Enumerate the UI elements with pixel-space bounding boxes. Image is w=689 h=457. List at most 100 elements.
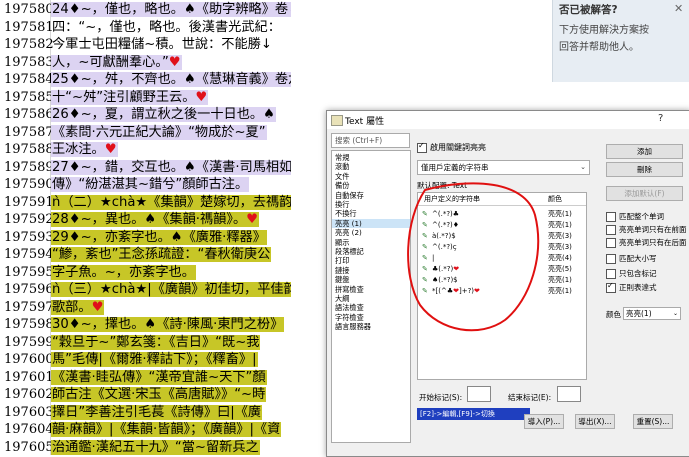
pattern-row[interactable]: ✎ *[(^♣❤]+?)❤ 亮亮(1) [418,286,586,297]
text-line[interactable]: 擇日”李善注引毛萇《詩傳》曰|《廣 [51,403,291,422]
text-line[interactable]: “鯵，紊也”王念孫疏證：“春秋衛庚公 [51,245,291,264]
category-search-input[interactable]: 搜索 (Ctrl+F) [331,133,410,148]
add-default-button[interactable]: 添加默认(F) [606,186,683,201]
highlight-type-dropdown[interactable]: 僅用戶定義的字符串 ⌄ [417,160,590,175]
text-line[interactable]: 27♦~，錯，交互也。♠《漢書·司馬相如 [51,158,291,177]
category-item[interactable]: 自動保存 [332,191,410,200]
category-item[interactable]: 顯示 [332,238,410,247]
text-line[interactable]: “穀旦于~”鄭玄箋：《吉日》“既~我 [51,333,291,352]
text-line[interactable]: 26♦~，夏，謂立秋之後一十日也。♠ [51,105,291,124]
start-marker-input[interactable] [467,386,491,402]
text-line[interactable]: 十“~舛”注引顧野王云。♥ [51,88,291,107]
category-item[interactable]: 鍵盤 [332,275,410,284]
category-item[interactable]: 不換行 [332,209,410,218]
text-line[interactable]: 25♦~，舛，不齊也。♠《慧琳音義》卷六 [51,70,291,89]
line-number: 197597 [4,299,54,315]
pattern-row[interactable]: ✎ ^(.*?)ç 亮亮(3) [418,242,586,253]
category-item[interactable]: 拼寫檢查 [332,285,410,294]
text-line[interactable]: 24♦~，僅也，略也。♠《助字辨略》卷↓ [51,0,291,19]
text-line[interactable]: 王冰注。♥ [51,140,291,159]
pattern-text: ^(.*?)♦ [432,221,460,229]
text-line[interactable]: 《漢書·眭弘傳》“漢帝宜誰~天下”顏 [51,368,291,387]
delete-button[interactable]: 刪除 [606,162,683,177]
text-line-content: “鯵，紊也”王念孫疏證：“春秋衛庚公 [51,247,272,262]
color-label: 颜色 [606,310,621,319]
line-number: 197588 [4,142,54,157]
pencil-icon: ✎ [422,243,428,251]
text-line[interactable]: 歌部。♥ [51,298,291,317]
category-item[interactable]: 亮亮 (2) [332,228,410,237]
text-line[interactable]: 人，~可獻酬羣心。”♥ [51,53,291,72]
chevron-down-icon: ⌄ [672,310,678,317]
line-number: 197599 [4,334,54,350]
pattern-row[interactable]: ✎ ♠(.*?)$ 亮亮(1) [418,275,586,286]
option-checkbox[interactable]: 亮亮单词只有在后面 [606,237,687,248]
close-icon[interactable]: ✕ [674,2,683,15]
dialog-titlebar: Text 屬性 ? [327,111,689,129]
pattern-text: ^(.*?)♣ [432,210,460,218]
text-line[interactable]: 師古注《文選·宋玉《高唐賦》》“~時 [51,385,291,404]
option-checkbox[interactable]: 匹配整个单词 [606,211,664,222]
category-item[interactable]: 大綱 [332,294,410,303]
line-number: 197582 [4,37,54,52]
category-list[interactable]: 常規 滾動 文件 備份 自動保存 換行 不換行 亮亮 (1) 亮亮 (2) 顯示 段落標記 打印 鏈接鍵… [331,150,411,443]
category-item[interactable]: 常規 [332,153,410,162]
option-checkbox[interactable]: 正則表達式 [606,281,657,293]
text-line[interactable]: 今軍士屯田糧儲~積。世說：不能勝↓ [51,35,291,54]
option-checkbox[interactable]: 只包含标记 [606,268,657,279]
category-item[interactable]: 文件 [332,172,410,181]
pattern-color: 亮亮(5) [548,265,572,273]
text-line[interactable]: 《素問·六元正紀大論》“物成於~夏” [51,123,291,142]
pattern-table[interactable]: 用户定义的字符串 颜色 ✎ ^(.*?)♣ 亮亮(1) ✎ ^(.*?)♦ 亮亮(1) ✎ à… [417,192,587,380]
pattern-row[interactable]: ✎ ^(.*?)♣ 亮亮(1) [418,209,586,220]
text-line[interactable]: ǹ（三）★chà★|《廣韻》初佳切，平佳韵。 [51,280,291,299]
category-item[interactable]: 備份 [332,181,410,190]
category-item[interactable]: 亮亮 (1) [332,218,410,228]
text-line-content: 28♦~，異也。♠《集韻·禡韻》。♥ [51,212,259,227]
pattern-row[interactable]: ✎ ^(.*?)♦ 亮亮(1) [418,220,586,231]
export-button[interactable]: 導出(X)... [575,414,615,429]
help-icon[interactable]: ? [658,113,663,124]
text-line-content: 歌部。♥ [51,299,105,315]
category-item[interactable]: 語言服務器 [332,322,410,331]
text-line[interactable]: 29♦~，亦紊字也。♠《廣雅·釋器》 [51,228,291,247]
category-item[interactable]: 換行 [332,200,410,209]
text-line[interactable]: 30♦~，擇也。♠《詩·陳風·東門之枌》 [51,315,291,334]
end-marker-input[interactable] [557,386,581,402]
reset-button[interactable]: 重置(S)... [633,414,673,429]
color-dropdown[interactable]: 亮亮(1) ⌄ [623,307,681,320]
text-line[interactable]: 治通鑑·漢紀五十九》“當~留新兵之 [51,438,291,457]
text-line[interactable]: 馬”毛傳|《爾雅·釋詁下》；《釋畜》| [51,350,291,369]
text-line[interactable]: 韻·麻韻》|《集韻·皆韻》；《廣韻》|《資 [51,420,291,439]
text-line[interactable]: 28♦~，異也。♠《集韻·禡韻》。♥ [51,210,291,229]
category-item[interactable]: 段落標記 [332,247,410,256]
pattern-text: ♠(.*?)$ [432,276,458,284]
pattern-row[interactable]: ✎ | 亮亮(4) [418,253,586,264]
editor-text-area[interactable]: 24♦~，僅也，略也。♠《助字辨略》卷↓ 四：“~，僅也，略也。後漢書光武紀： 今軍… [51,0,291,455]
category-item[interactable]: 語法檢查 [332,303,410,312]
import-button[interactable]: 導入(P)... [524,414,564,429]
color-column-header[interactable]: 颜色 [548,193,562,205]
text-line[interactable]: 字子魚。~，亦紊字也。 [51,263,291,282]
line-number: 197583 [4,54,54,70]
pattern-row[interactable]: ✎ à(.*?)$ 亮亮(3) [418,231,586,242]
option-checkbox[interactable]: 匹配大小写 [606,253,657,264]
text-line[interactable]: 傳》“紛湛湛其~錯兮”顏師古注。 [51,175,291,194]
pattern-row[interactable]: ✎ ♣(.*?)❤ 亮亮(5) [418,264,586,275]
hint-title: 否已被解答? [559,4,618,16]
option-checkbox[interactable]: 亮亮单词只有在前面 [606,224,687,235]
category-item[interactable]: 打印 [332,256,410,265]
text-line[interactable]: 四：“~，僅也，略也。後漢書光武紀： [51,18,291,37]
enable-highlight-checkbox[interactable]: 啟用關鍵詞亮亮 [417,141,486,153]
category-item[interactable]: 滾動 [332,162,410,171]
checkbox-icon [606,269,616,279]
category-item[interactable]: 鏈接 [332,266,410,275]
add-button[interactable]: 添加 [606,144,683,159]
text-line-content: 25♦~，舛，不齊也。♠《慧琳音義》卷六 [51,72,291,87]
hint-panel: 否已被解答? ✕ 下方使用解決方案按 回答并帮助他人。 [552,0,689,82]
text-line[interactable]: ǹ（二）★chà★《集韻》楚嫁切，去禡韵。♥ [51,193,291,212]
pencil-icon: ✎ [422,276,428,284]
pattern-column-header[interactable]: 用户定义的字符串 [424,193,480,205]
category-item[interactable]: 字符檢查 [332,313,410,322]
line-number: 197598 [4,317,54,332]
